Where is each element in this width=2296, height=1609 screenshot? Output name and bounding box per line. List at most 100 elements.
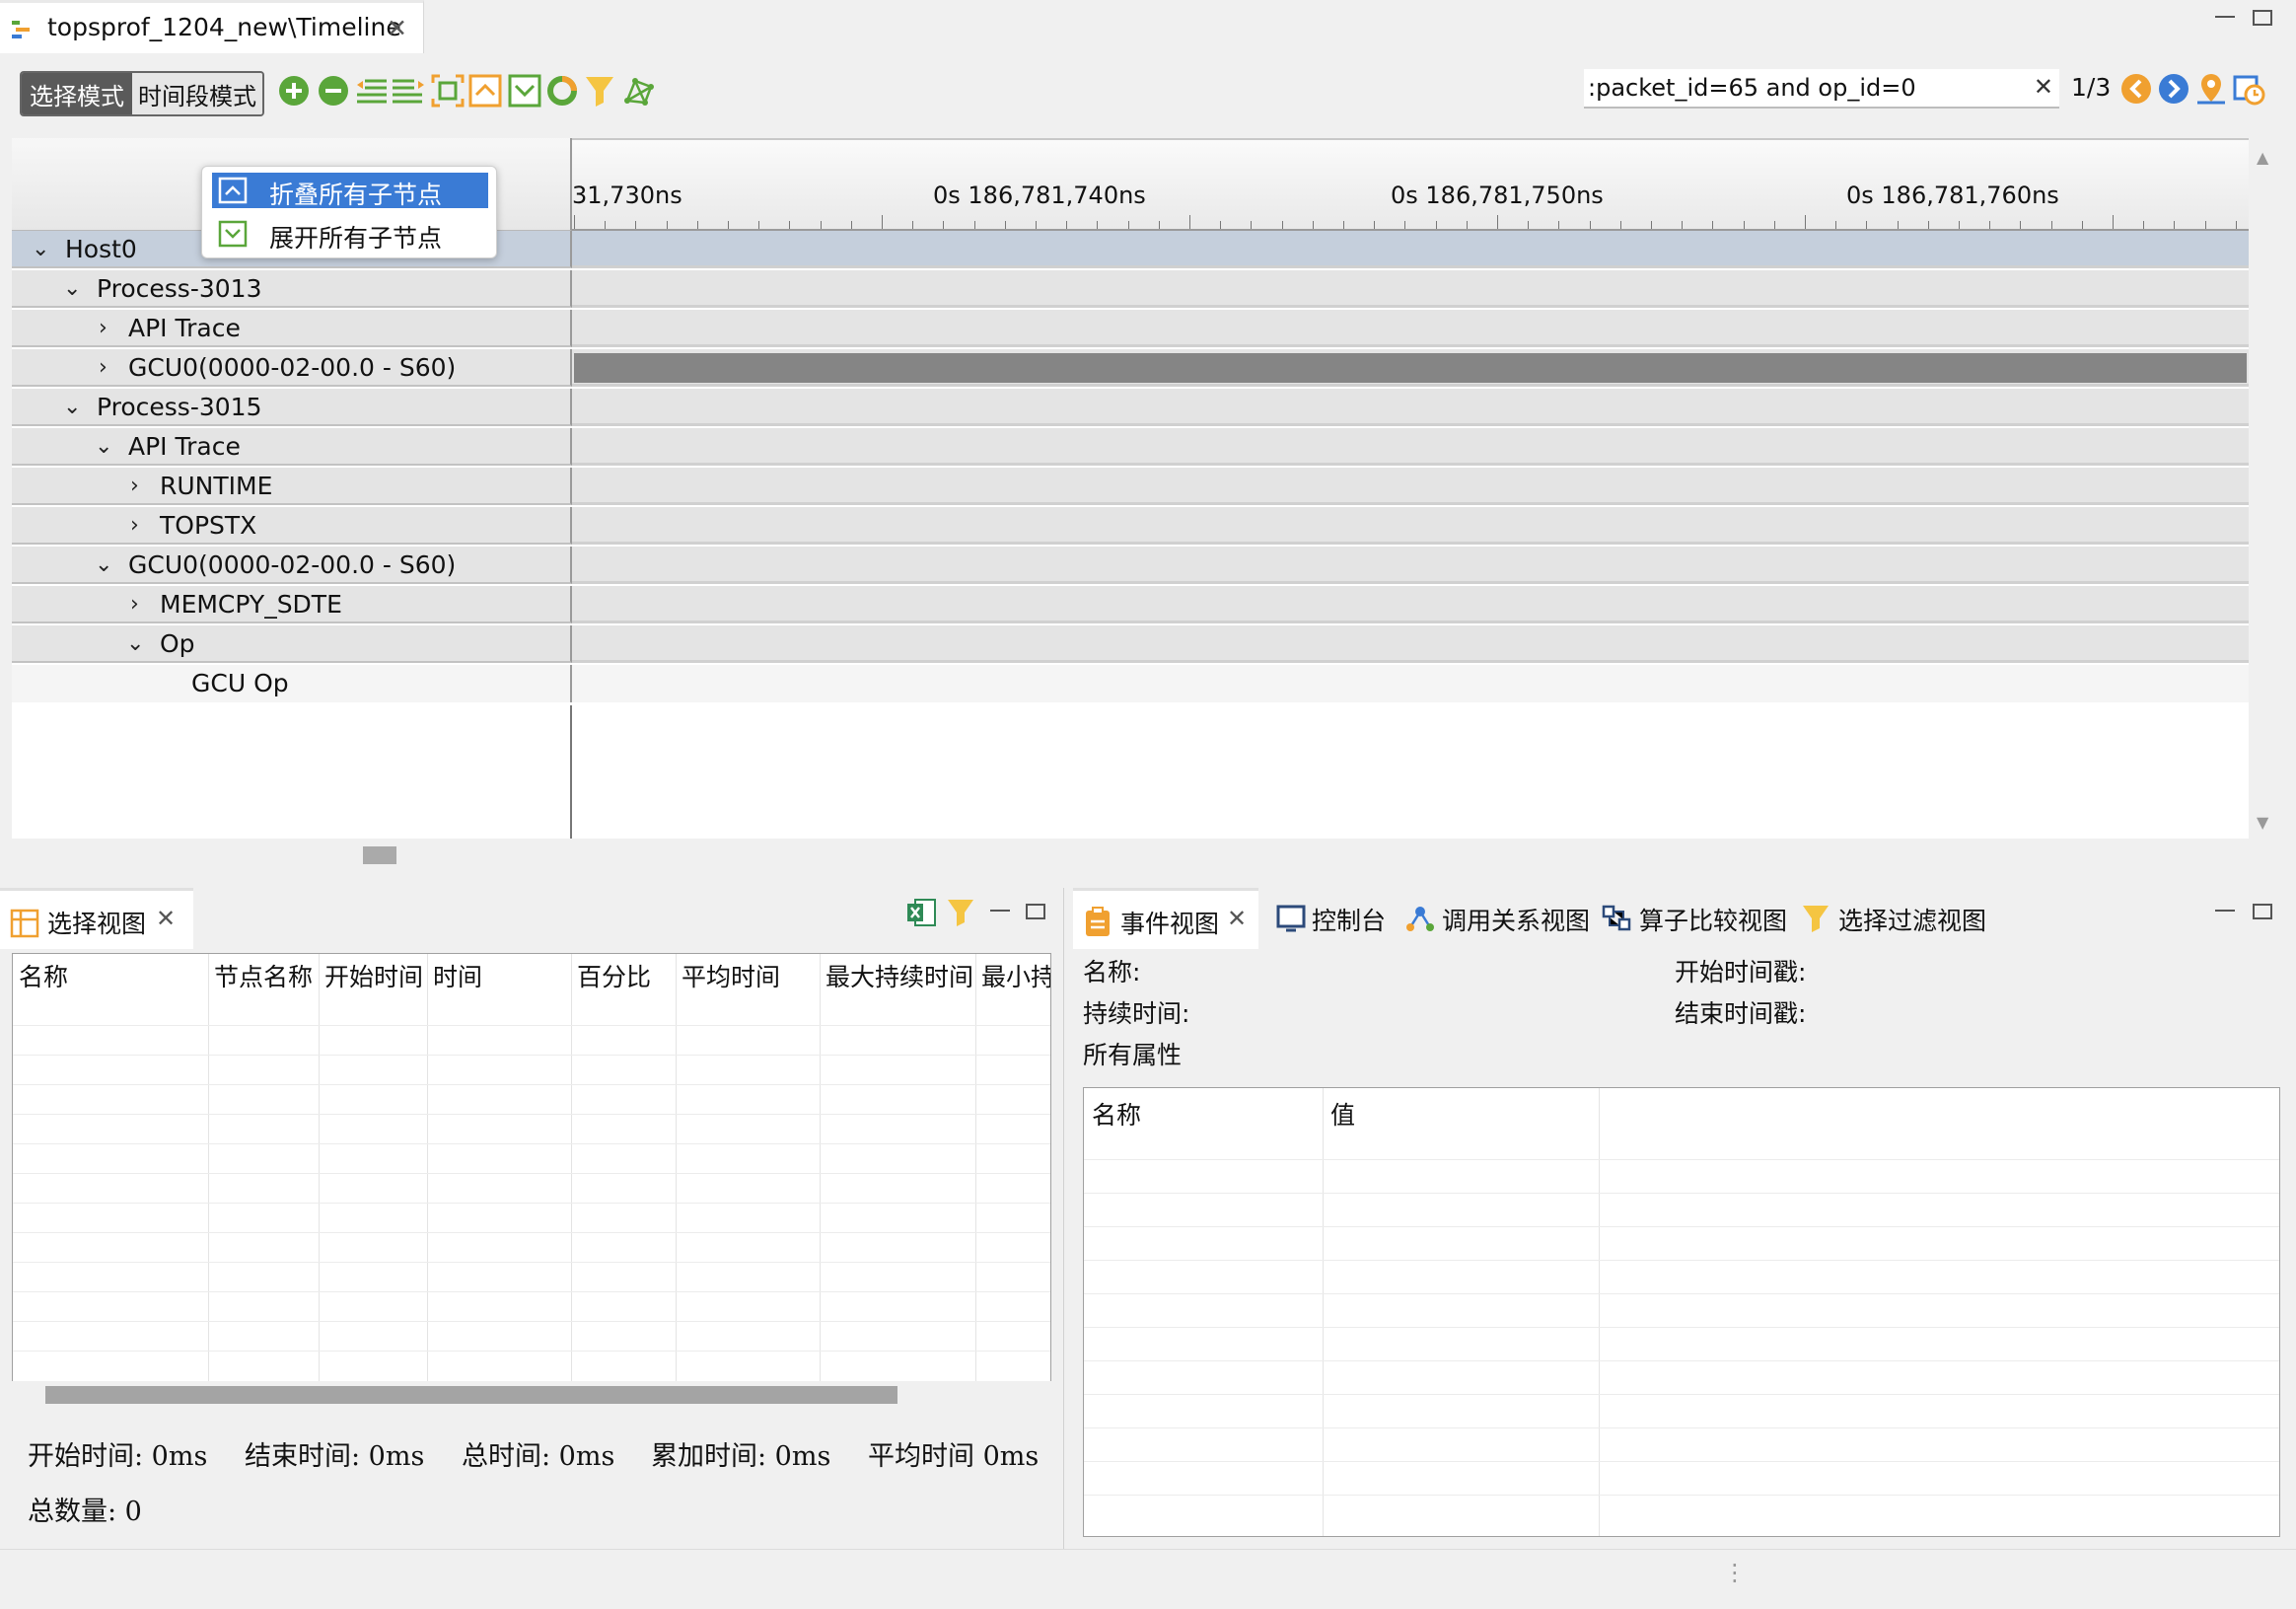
ruler-tick bbox=[1281, 221, 1283, 229]
chevron-icon[interactable]: › bbox=[130, 513, 139, 538]
maximize-icon[interactable] bbox=[1026, 904, 1045, 919]
tab-selection-filter[interactable]: 选择过滤视图 bbox=[1799, 888, 2016, 947]
minimize-icon[interactable] bbox=[990, 910, 1010, 912]
filter-icon[interactable] bbox=[582, 73, 617, 109]
maximize-icon[interactable] bbox=[2253, 904, 2272, 919]
horizontal-scroll-thumb[interactable] bbox=[45, 1386, 897, 1404]
refresh-icon[interactable] bbox=[544, 73, 580, 109]
collapse-all-icon[interactable] bbox=[467, 73, 503, 109]
ruler-tick bbox=[1682, 221, 1684, 229]
ruler-tick bbox=[635, 221, 637, 229]
timerange-mode-button[interactable]: 时间段模式 bbox=[132, 73, 262, 114]
minimize-icon[interactable] bbox=[2215, 910, 2235, 912]
excel-export-icon[interactable] bbox=[905, 896, 939, 929]
ruler-tick bbox=[1927, 221, 1929, 229]
tree-row-label: Process-3013 bbox=[97, 274, 262, 303]
selection-mode-button[interactable]: 选择模式 bbox=[22, 73, 132, 114]
collapse-list-icon[interactable] bbox=[353, 73, 389, 109]
menu-item-expand-all[interactable]: 展开所有子节点 bbox=[212, 216, 488, 253]
tree-row[interactable]: ⌄ Op bbox=[12, 625, 2249, 665]
filter-icon[interactable] bbox=[945, 896, 976, 929]
chevron-icon[interactable]: ⌄ bbox=[126, 631, 144, 656]
tree-row[interactable]: ⌄ API Trace bbox=[12, 428, 2249, 468]
column-header[interactable]: 时间 bbox=[433, 958, 482, 993]
ruler-tick bbox=[1343, 221, 1344, 229]
menu-item-collapse-all[interactable]: 折叠所有子节点 bbox=[212, 173, 488, 209]
horizontal-scroll-thumb[interactable] bbox=[363, 846, 396, 864]
maximize-icon[interactable] bbox=[2253, 10, 2272, 26]
column-header[interactable]: 名称 bbox=[1092, 1096, 1141, 1132]
chevron-icon[interactable]: ⌄ bbox=[95, 434, 112, 459]
menu-item-label: 折叠所有子节点 bbox=[269, 181, 443, 209]
minimize-icon[interactable] bbox=[2215, 16, 2235, 18]
tree-row[interactable]: › RUNTIME bbox=[12, 468, 2249, 507]
graph-icon[interactable] bbox=[621, 73, 657, 109]
tree-row[interactable]: ⌄ Process-3013 bbox=[12, 270, 2249, 310]
chevron-icon[interactable]: › bbox=[130, 474, 139, 498]
tab-op-compare[interactable]: 算子比较视图 bbox=[1598, 888, 1795, 947]
tree-row[interactable]: GCU Op bbox=[12, 665, 2249, 704]
column-header[interactable]: 最小持 bbox=[981, 958, 1050, 993]
locate-icon[interactable] bbox=[2193, 71, 2229, 107]
search-input[interactable] bbox=[1588, 71, 2022, 105]
clear-search-icon[interactable]: ✕ bbox=[2034, 73, 2053, 101]
time-ruler[interactable]: 31,730ns 0s 186,781,740ns 0s 186,781,750… bbox=[572, 138, 2249, 231]
ruler-tick bbox=[850, 221, 852, 229]
column-header[interactable]: 值 bbox=[1330, 1096, 1355, 1132]
attributes-table[interactable]: 名称 值 bbox=[1083, 1087, 2280, 1537]
scroll-down-icon[interactable]: ▼ bbox=[2257, 813, 2268, 832]
column-header[interactable]: 百分比 bbox=[577, 958, 651, 993]
close-icon[interactable]: ✕ bbox=[387, 14, 407, 42]
console-icon bbox=[1276, 905, 1306, 932]
ruler-tick bbox=[2081, 221, 2083, 229]
tree-row-label: API Trace bbox=[128, 314, 241, 342]
tab-selection-view[interactable]: 选择视图 ✕ bbox=[0, 888, 193, 949]
drag-handle-icon[interactable]: · · · bbox=[1731, 1554, 1739, 1593]
column-header[interactable]: 节点名称 bbox=[214, 958, 313, 993]
close-icon[interactable]: ✕ bbox=[156, 905, 176, 932]
tree-row[interactable]: › API Trace bbox=[12, 310, 2249, 349]
event-bar[interactable] bbox=[574, 353, 2247, 383]
tab-call-graph[interactable]: 调用关系视图 bbox=[1400, 888, 1598, 947]
chevron-icon[interactable]: › bbox=[130, 592, 139, 617]
time-sync-icon[interactable] bbox=[2231, 71, 2266, 107]
tree-row[interactable]: › TOPSTX bbox=[12, 507, 2249, 547]
previous-match-icon[interactable] bbox=[2118, 71, 2154, 107]
zoom-out-icon[interactable] bbox=[316, 73, 351, 109]
chevron-icon[interactable]: ⌄ bbox=[63, 276, 81, 301]
ruler-tick bbox=[1805, 215, 1806, 229]
tab-event-view[interactable]: 事件视图 ✕ bbox=[1073, 888, 1258, 949]
expand-list-icon[interactable] bbox=[391, 73, 426, 109]
fit-icon[interactable] bbox=[430, 73, 466, 109]
tree-row[interactable]: ⌄ Process-3015 bbox=[12, 389, 2249, 428]
selection-table[interactable]: 名称 节点名称 开始时间 时间 百分比 平均时间 最大持续时间 最小持 bbox=[12, 953, 1051, 1411]
editor-tab[interactable]: topsprof_1204_new\Timeline ✕ bbox=[0, 0, 424, 53]
column-header[interactable]: 平均时间 bbox=[682, 958, 780, 993]
chevron-icon[interactable]: › bbox=[99, 316, 108, 340]
chevron-icon[interactable]: › bbox=[99, 355, 108, 380]
column-header[interactable]: 名称 bbox=[19, 958, 68, 993]
tree-row[interactable]: › MEMCPY_SDTE bbox=[12, 586, 2249, 625]
ruler-tick bbox=[1558, 221, 1560, 229]
expand-all-icon[interactable] bbox=[507, 73, 542, 109]
mode-toggle[interactable]: 选择模式 时间段模式 bbox=[20, 71, 264, 116]
chevron-icon[interactable]: ⌄ bbox=[32, 237, 49, 261]
ruler-tick bbox=[728, 221, 729, 229]
close-icon[interactable]: ✕ bbox=[1227, 905, 1247, 932]
stat-total-time: 总时间: 0ms bbox=[462, 1441, 615, 1472]
tab-label: 算子比较视图 bbox=[1639, 907, 1788, 935]
vertical-scrollbar[interactable]: ▲ ▼ bbox=[2249, 138, 2280, 839]
stat-average-time: 平均时间 0ms bbox=[868, 1441, 1040, 1472]
scroll-up-icon[interactable]: ▲ bbox=[2257, 148, 2268, 167]
column-header[interactable]: 开始时间 bbox=[324, 958, 423, 993]
ruler-tick bbox=[2174, 221, 2176, 229]
chevron-icon[interactable]: ⌄ bbox=[63, 395, 81, 419]
zoom-in-icon[interactable] bbox=[276, 73, 312, 109]
tree-row[interactable]: ⌄ GCU0(0000-02-00.0 - S60) bbox=[12, 547, 2249, 586]
ruler-tick bbox=[1004, 221, 1006, 229]
tree-row[interactable]: › GCU0(0000-02-00.0 - S60) bbox=[12, 349, 2249, 389]
call-graph-icon bbox=[1406, 907, 1434, 931]
chevron-icon[interactable]: ⌄ bbox=[95, 552, 112, 577]
column-header[interactable]: 最大持续时间 bbox=[825, 958, 973, 993]
next-match-icon[interactable] bbox=[2156, 71, 2191, 107]
